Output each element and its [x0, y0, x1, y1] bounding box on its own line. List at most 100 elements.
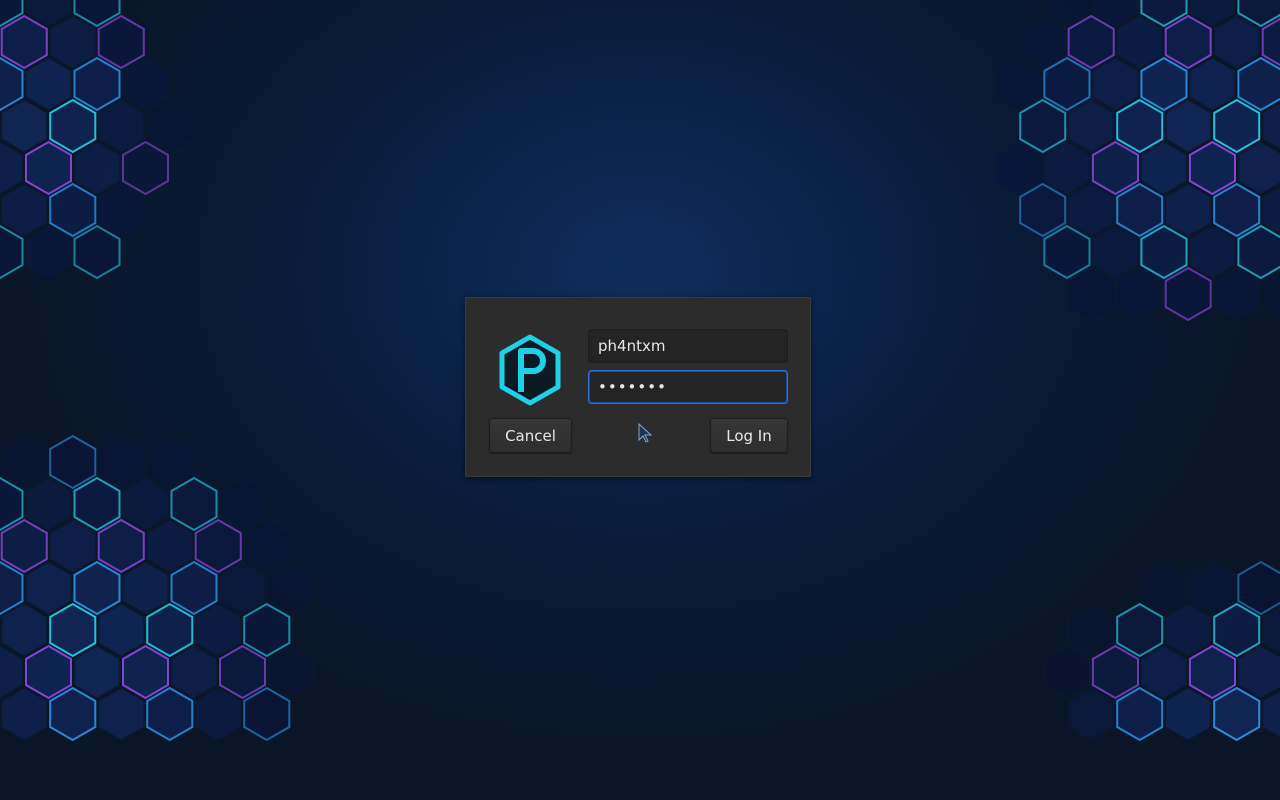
wallpaper-hexagon	[1140, 561, 1188, 615]
wallpaper-hexagon	[49, 686, 97, 742]
wallpaper-hexagon	[219, 561, 266, 615]
wallpaper-hexagon	[97, 518, 145, 574]
wallpaper-hexagon	[1213, 98, 1261, 154]
wallpaper-hexagon	[1067, 603, 1115, 657]
wallpaper-hexagon	[1116, 98, 1164, 154]
desktop-background: ••••••• Cancel Log In	[0, 0, 1280, 800]
wallpaper-hexagon	[1140, 645, 1188, 699]
wallpaper-hexagon	[0, 14, 48, 70]
wallpaper-hexagon	[49, 434, 97, 490]
wallpaper-hexagon	[146, 686, 194, 742]
wallpaper-hexagon	[1213, 686, 1261, 742]
username-field[interactable]	[588, 329, 788, 363]
wallpaper-hexagon	[1140, 56, 1188, 112]
wallpaper-hexagon	[25, 644, 72, 700]
wallpaper-hexagon	[243, 519, 291, 573]
wallpaper-hexagon	[0, 518, 48, 574]
wallpaper-hexagon	[194, 687, 242, 741]
wallpaper-hexagon	[122, 477, 169, 531]
hexagon-p-logo-icon	[499, 334, 561, 406]
wallpaper-hexagon	[1164, 603, 1212, 657]
wallpaper-hexagon	[49, 182, 97, 238]
wallpaper-hexagon	[1019, 182, 1067, 238]
wallpaper-hexagon	[0, 603, 48, 657]
wallpaper-hexagon	[1092, 57, 1139, 111]
login-dialog: ••••••• Cancel Log In	[465, 297, 811, 477]
wallpaper-hexagon	[243, 686, 291, 742]
wallpaper-hexagon	[1116, 182, 1164, 238]
wallpaper-hexagon	[170, 645, 218, 699]
wallpaper-hexagon	[219, 644, 266, 700]
wallpaper-hexagon	[97, 183, 145, 237]
wallpaper-hexagon	[0, 99, 48, 153]
wallpaper-hexagon	[1164, 687, 1212, 741]
wallpaper-hexagon	[25, 477, 72, 531]
wallpaper-hexagon	[73, 476, 121, 532]
wallpaper-hexagon	[1067, 183, 1115, 237]
wallpaper-hexagon	[49, 15, 97, 69]
wallpaper-hexagon	[73, 224, 121, 280]
wallpaper-hexagon	[1164, 266, 1212, 322]
wallpaper-hexagon	[25, 225, 72, 279]
wallpaper-hexagon	[1189, 57, 1236, 111]
wallpaper-hexagon	[1237, 141, 1280, 195]
wallpaper-hexagon	[1237, 645, 1280, 699]
wallpaper-hexagon	[97, 435, 145, 489]
wallpaper-hexagon	[73, 560, 121, 616]
wallpaper-hexagon	[1140, 141, 1188, 195]
wallpaper-hexagon	[1237, 56, 1280, 112]
wallpaper-hexagon	[243, 602, 291, 658]
password-field[interactable]: •••••••	[588, 370, 788, 404]
wallpaper-hexagon	[170, 560, 218, 616]
wallpaper-hexagon	[995, 57, 1042, 111]
wallpaper-hexagon	[73, 56, 121, 112]
wallpaper-hexagon	[1213, 602, 1261, 658]
wallpaper-hexagon	[1237, 224, 1280, 280]
wallpaper-hexagon	[146, 99, 194, 153]
wallpaper-hexagon	[1116, 602, 1164, 658]
wallpaper-hexagon	[122, 561, 169, 615]
wallpaper-hexagon	[1164, 183, 1212, 237]
wallpaper-hexagon	[1019, 98, 1067, 154]
wallpaper-hexagon	[1116, 15, 1163, 69]
wallpaper-hexagon	[1213, 182, 1261, 238]
wallpaper-hexagon	[1067, 687, 1115, 741]
wallpaper-hexagon	[1164, 99, 1212, 153]
cancel-button[interactable]: Cancel	[489, 418, 572, 453]
wallpaper-hexagon	[97, 14, 145, 70]
wallpaper-hexagon	[1091, 644, 1139, 700]
wallpaper-hexagon	[1043, 141, 1091, 195]
wallpaper-hexagon	[1189, 225, 1236, 279]
wallpaper-hexagon	[49, 519, 97, 573]
wallpaper-hexagon	[1043, 645, 1091, 699]
wallpaper-hexagon	[122, 140, 169, 196]
wallpaper-hexagon	[49, 98, 97, 154]
wallpaper-hexagon	[97, 99, 145, 153]
wallpaper-hexagon	[0, 687, 48, 741]
wallpaper-hexagon	[1237, 560, 1280, 616]
wallpaper-hexagon	[146, 519, 194, 573]
login-button[interactable]: Log In	[710, 418, 788, 453]
wallpaper-hexagon	[0, 435, 48, 489]
wallpaper-hexagon	[1019, 15, 1066, 69]
wallpaper-hexagon	[25, 140, 72, 196]
wallpaper-hexagon	[73, 645, 121, 699]
wallpaper-hexagon	[267, 561, 315, 615]
wallpaper-hexagon	[97, 687, 145, 741]
wallpaper-hexagon	[1213, 267, 1260, 321]
wallpaper-hexagon	[1188, 140, 1236, 196]
wallpaper-hexagon	[1043, 224, 1091, 280]
wallpaper-hexagon	[1091, 140, 1139, 196]
wallpaper-hexagon	[1213, 15, 1260, 69]
wallpaper-hexagon	[73, 141, 121, 195]
wallpaper-hexagon	[25, 57, 72, 111]
wallpaper-hexagon	[1116, 267, 1163, 321]
wallpaper-hexagon	[146, 435, 194, 489]
wallpaper-hexagon	[0, 183, 48, 237]
wallpaper-hexagon	[1067, 99, 1115, 153]
wallpaper-hexagon	[97, 603, 145, 657]
wallpaper-hexagon	[995, 141, 1042, 195]
wallpaper-hexagon	[122, 57, 169, 111]
wallpaper-hexagon	[1092, 225, 1139, 279]
wallpaper-hexagon	[1189, 561, 1236, 615]
